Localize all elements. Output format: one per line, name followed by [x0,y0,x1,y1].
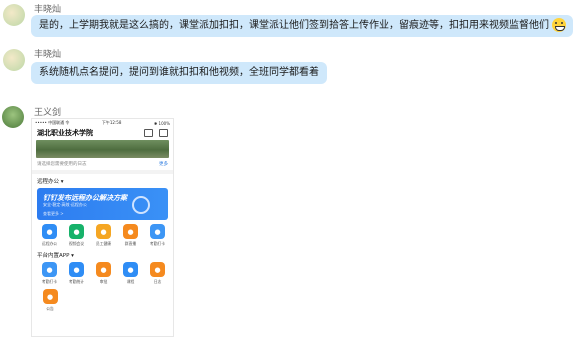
avatar[interactable] [2,106,24,128]
avatar[interactable] [3,49,25,71]
app-item: ● 审批 [93,262,114,285]
app-label: 日志 [153,279,162,284]
sender-name: 王义剑 [34,108,62,118]
announce-icon: ● [42,289,58,304]
app-label: 远程办公 [41,241,58,246]
app-label: 考勤统计 [68,279,85,284]
app-item: ● 考勤打卡 [39,262,60,285]
app-label: 考勤打卡 [41,279,58,284]
message-bubble[interactable]: 是的，上学期我就是这么搞的，课堂派加扣扣，课堂派让他们签到拾答上传作业，留痕迹等… [31,15,573,37]
cloud-icon: ● [42,224,57,239]
app-label: 审批 [99,279,108,284]
message-text: 系统随机点名提问，提问到谁就扣扣和他视频，全班同学都看着 [39,67,319,78]
app-item: ● 远程办公 [39,224,60,247]
course-icon: ● [123,262,138,277]
app-label: 视频会议 [68,241,85,246]
app-label: 员工健康 [95,241,112,246]
app-item: ● 群直播 [120,224,141,247]
app-item: ● 考勤统计 [66,262,87,285]
section-platform-apps: 平台内置APP ▾ [37,253,74,259]
doc-icon [144,128,153,137]
heart-icon: ● [96,224,111,239]
app-row: ● 远程办公 ● 视频会议 ● 员工健康 ● 群直播 ● 考勤打卡 [32,220,173,247]
banner-logo-icon [132,196,150,214]
promo-banner: 钉钉发布远程办公解决方案 安全·稳定·高效·远程办公 查看更多 > [37,188,168,220]
campus-photo [36,140,169,158]
phone-status-bar: ••••• 中国联通 令 下午12:58 ✱ 100% [35,120,170,126]
sender-name: 丰晓灿 [34,50,62,60]
app-label: 考勤打卡 [149,241,166,246]
app-row: ● 考勤打卡 ● 考勤统计 ● 审批 ● 课程 ● 日志 [32,262,173,285]
message-bubble[interactable]: 系统随机点名提问，提问到谁就扣扣和他视频，全班同学都看着 [31,62,327,84]
message-text: 是的，上学期我就是这么搞的，课堂派加扣扣，课堂派让他们签到拾答上传作业，留痕迹等… [39,20,549,31]
log-icon: ● [150,262,165,277]
live-icon: ● [123,224,138,239]
chart-icon: ● [69,262,84,277]
section-remote-office: 远程办公 ▾ [37,179,64,185]
app-label: 群直播 [124,241,137,246]
sender-name: 丰晓灿 [34,5,62,15]
phone-header: 湖北职业技术学院 [32,127,173,138]
app-label: 课程 [126,279,135,284]
app-item: ● 日志 [147,262,168,285]
app-label: 公告 [46,306,54,311]
app-item: ● 公告 [39,289,61,312]
screenshot-image[interactable]: ••••• 中国联通 令 下午12:58 ✱ 100% 湖北职业技术学院 请选择… [31,118,174,337]
app-row: ● 公告 [32,285,173,312]
approve-icon: ● [96,262,111,277]
video-icon: ● [69,224,84,239]
notice-bar: 请选择您需要使用的日志 更多 [37,162,168,167]
grin-emoji-icon [552,18,566,32]
app-item: ● 考勤打卡 [147,224,168,247]
app-item: ● 课程 [120,262,141,285]
grid-icon [159,128,168,137]
clock-icon: ● [150,224,165,239]
page-title: 湖北职业技术学院 [37,128,93,137]
clock-icon: ● [42,262,57,277]
avatar[interactable] [3,4,25,26]
app-item: ● 视频会议 [66,224,87,247]
app-item: ● 员工健康 [93,224,114,247]
